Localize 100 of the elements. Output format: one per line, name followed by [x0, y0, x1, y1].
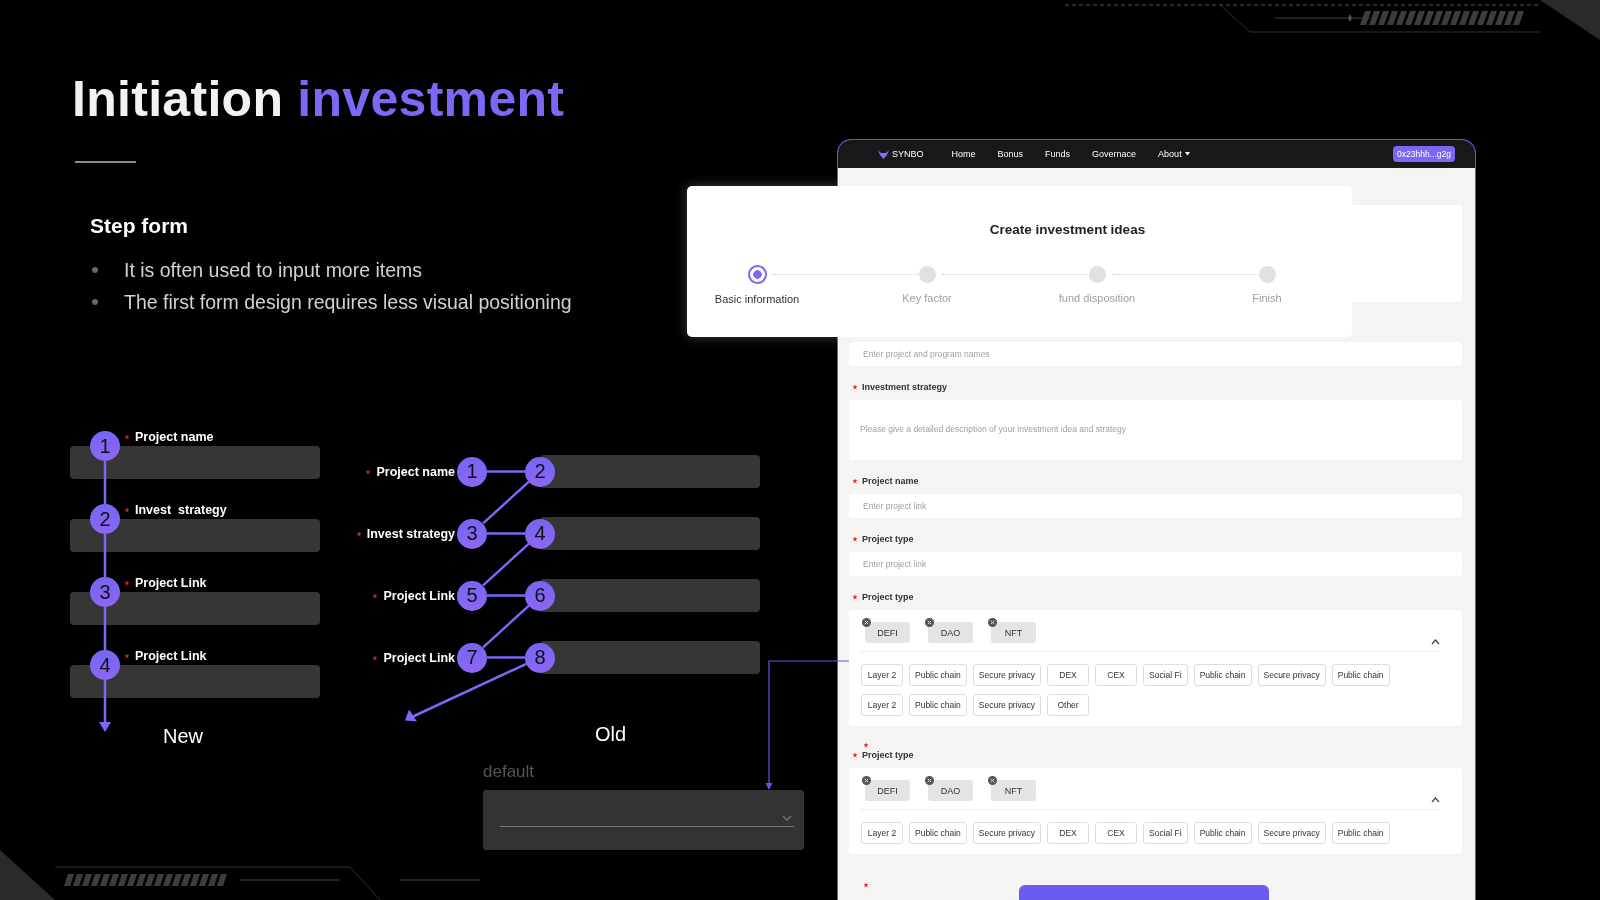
step-marker: 5: [457, 580, 487, 611]
chevron-up-icon[interactable]: [1431, 797, 1440, 803]
field-label: default: [483, 762, 536, 782]
connector-line: [482, 604, 530, 649]
tag-option[interactable]: Secure privacy: [1257, 664, 1326, 686]
selected-tag[interactable]: NFT: [991, 622, 1036, 643]
tag-option[interactable]: Secure privacy: [1257, 822, 1326, 844]
nav-link[interactable]: Bonus: [997, 149, 1024, 159]
required-icon: [372, 592, 379, 599]
nav-link[interactable]: Funds: [1045, 149, 1071, 159]
required-icon: [372, 654, 379, 661]
field-label: Project name: [376, 464, 455, 479]
logo-icon: [878, 149, 889, 159]
required-icon: [124, 653, 130, 659]
field-label: Project Link: [383, 650, 455, 665]
selected-tag[interactable]: DEFI: [865, 622, 910, 643]
step-marker: 3: [90, 577, 120, 607]
tag-option[interactable]: Public chain: [1193, 822, 1252, 844]
dialog-title: Create investment ideas: [988, 222, 1147, 237]
tag-option[interactable]: Public chain: [909, 822, 967, 844]
step-label: Basic information: [714, 293, 800, 305]
section-heading: Step form: [90, 214, 189, 238]
text-area[interactable]: Please give a detailed description of your investment idea and strategy: [849, 400, 1462, 460]
remove-icon[interactable]: [925, 618, 934, 627]
step-label: fund disposition: [1058, 292, 1136, 304]
tag-option[interactable]: Layer 2: [861, 694, 903, 716]
required-icon: [124, 580, 130, 586]
tag-option[interactable]: Public chain: [1331, 664, 1390, 686]
step-marker: 4: [90, 650, 120, 680]
tag-option[interactable]: DEX: [1047, 664, 1090, 686]
connector-line: [482, 480, 530, 525]
tag-option[interactable]: Public chain: [1193, 664, 1252, 686]
field-label: Invest strategy: [366, 526, 455, 541]
required-icon: [124, 507, 130, 513]
field-label: Project name: [862, 476, 919, 486]
slide-title: investment: [297, 70, 565, 128]
selected-tag[interactable]: DEFI: [865, 780, 910, 801]
field-label: Project Link: [135, 649, 207, 663]
diagram-caption: Old: [595, 723, 627, 746]
field-label: Project type: [862, 750, 914, 760]
step-marker: 3: [457, 518, 487, 549]
tag-option[interactable]: Other: [1047, 694, 1090, 716]
nav-link[interactable]: Governace: [1092, 149, 1137, 159]
tag-option[interactable]: Secure privacy: [972, 694, 1042, 716]
required-icon: [124, 434, 130, 440]
remove-icon[interactable]: [988, 618, 997, 627]
selected-tag[interactable]: DAO: [928, 780, 973, 801]
input-field[interactable]: Enter project and program names: [849, 342, 1462, 366]
field-label: Project Link: [135, 576, 207, 590]
chevron-up-icon[interactable]: [1431, 639, 1440, 645]
tag-option[interactable]: Secure privacy: [972, 664, 1042, 686]
tag-option[interactable]: Social Fi: [1143, 822, 1188, 844]
bullet-text: The first form design requires less visual positioning: [124, 290, 572, 314]
field-label: Invest strategy: [135, 503, 227, 517]
bullet-icon: [92, 299, 98, 305]
tag-option[interactable]: Public chain: [909, 664, 967, 686]
remove-icon[interactable]: [862, 618, 871, 627]
step-marker: 6: [525, 580, 555, 611]
tag-option[interactable]: CEX: [1095, 664, 1138, 686]
wallet-button[interactable]: 0x23hhh...g2g: [1393, 146, 1455, 162]
tag-option[interactable]: Layer 2: [861, 822, 903, 844]
brand-name: SYNBO: [892, 149, 924, 159]
tag-option[interactable]: Social Fi: [1143, 664, 1188, 686]
tag-option[interactable]: DEX: [1047, 822, 1090, 844]
bullet-icon: [92, 267, 98, 273]
tag-option[interactable]: Secure privacy: [972, 822, 1042, 844]
remove-icon[interactable]: [862, 776, 871, 785]
step-marker: 7: [457, 642, 487, 673]
nav-link[interactable]: Home: [951, 149, 976, 159]
step-marker: 2: [525, 456, 555, 487]
selected-tag[interactable]: DAO: [928, 622, 973, 643]
field-label: Project type: [862, 534, 914, 544]
connector-line: [482, 542, 530, 587]
step-marker: 1: [457, 456, 487, 487]
selected-tag[interactable]: NFT: [991, 780, 1036, 801]
field-label: Project Link: [383, 588, 455, 603]
remove-icon[interactable]: [988, 776, 997, 785]
input-field[interactable]: Enter project link: [849, 552, 1462, 576]
step-marker: 2: [90, 504, 120, 534]
connector-line: [487, 532, 525, 535]
tag-option[interactable]: Layer 2: [861, 664, 903, 686]
tag-option[interactable]: Public chain: [909, 694, 967, 716]
tag-option[interactable]: CEX: [1095, 822, 1138, 844]
connector-line: [487, 656, 525, 659]
field-label: Investment strategy: [862, 382, 948, 392]
bullet-text: It is often used to input more items: [124, 258, 423, 282]
nav-link[interactable]: About: [1158, 149, 1190, 159]
chevron-down-icon: [782, 815, 792, 821]
field-label: Project name: [135, 430, 214, 444]
connector-line: [487, 594, 525, 597]
tag-option[interactable]: Public chain: [1331, 822, 1390, 844]
input-field[interactable]: Enter project link: [849, 494, 1462, 518]
step-indicator[interactable]: [747, 265, 767, 284]
slide-title: Initiation: [72, 70, 284, 128]
step-marker: 1: [90, 431, 120, 461]
connector-line: [487, 470, 525, 473]
required-icon: [365, 468, 372, 475]
diagram-caption: New: [163, 725, 203, 748]
required-icon: [355, 530, 362, 537]
remove-icon[interactable]: [925, 776, 934, 785]
